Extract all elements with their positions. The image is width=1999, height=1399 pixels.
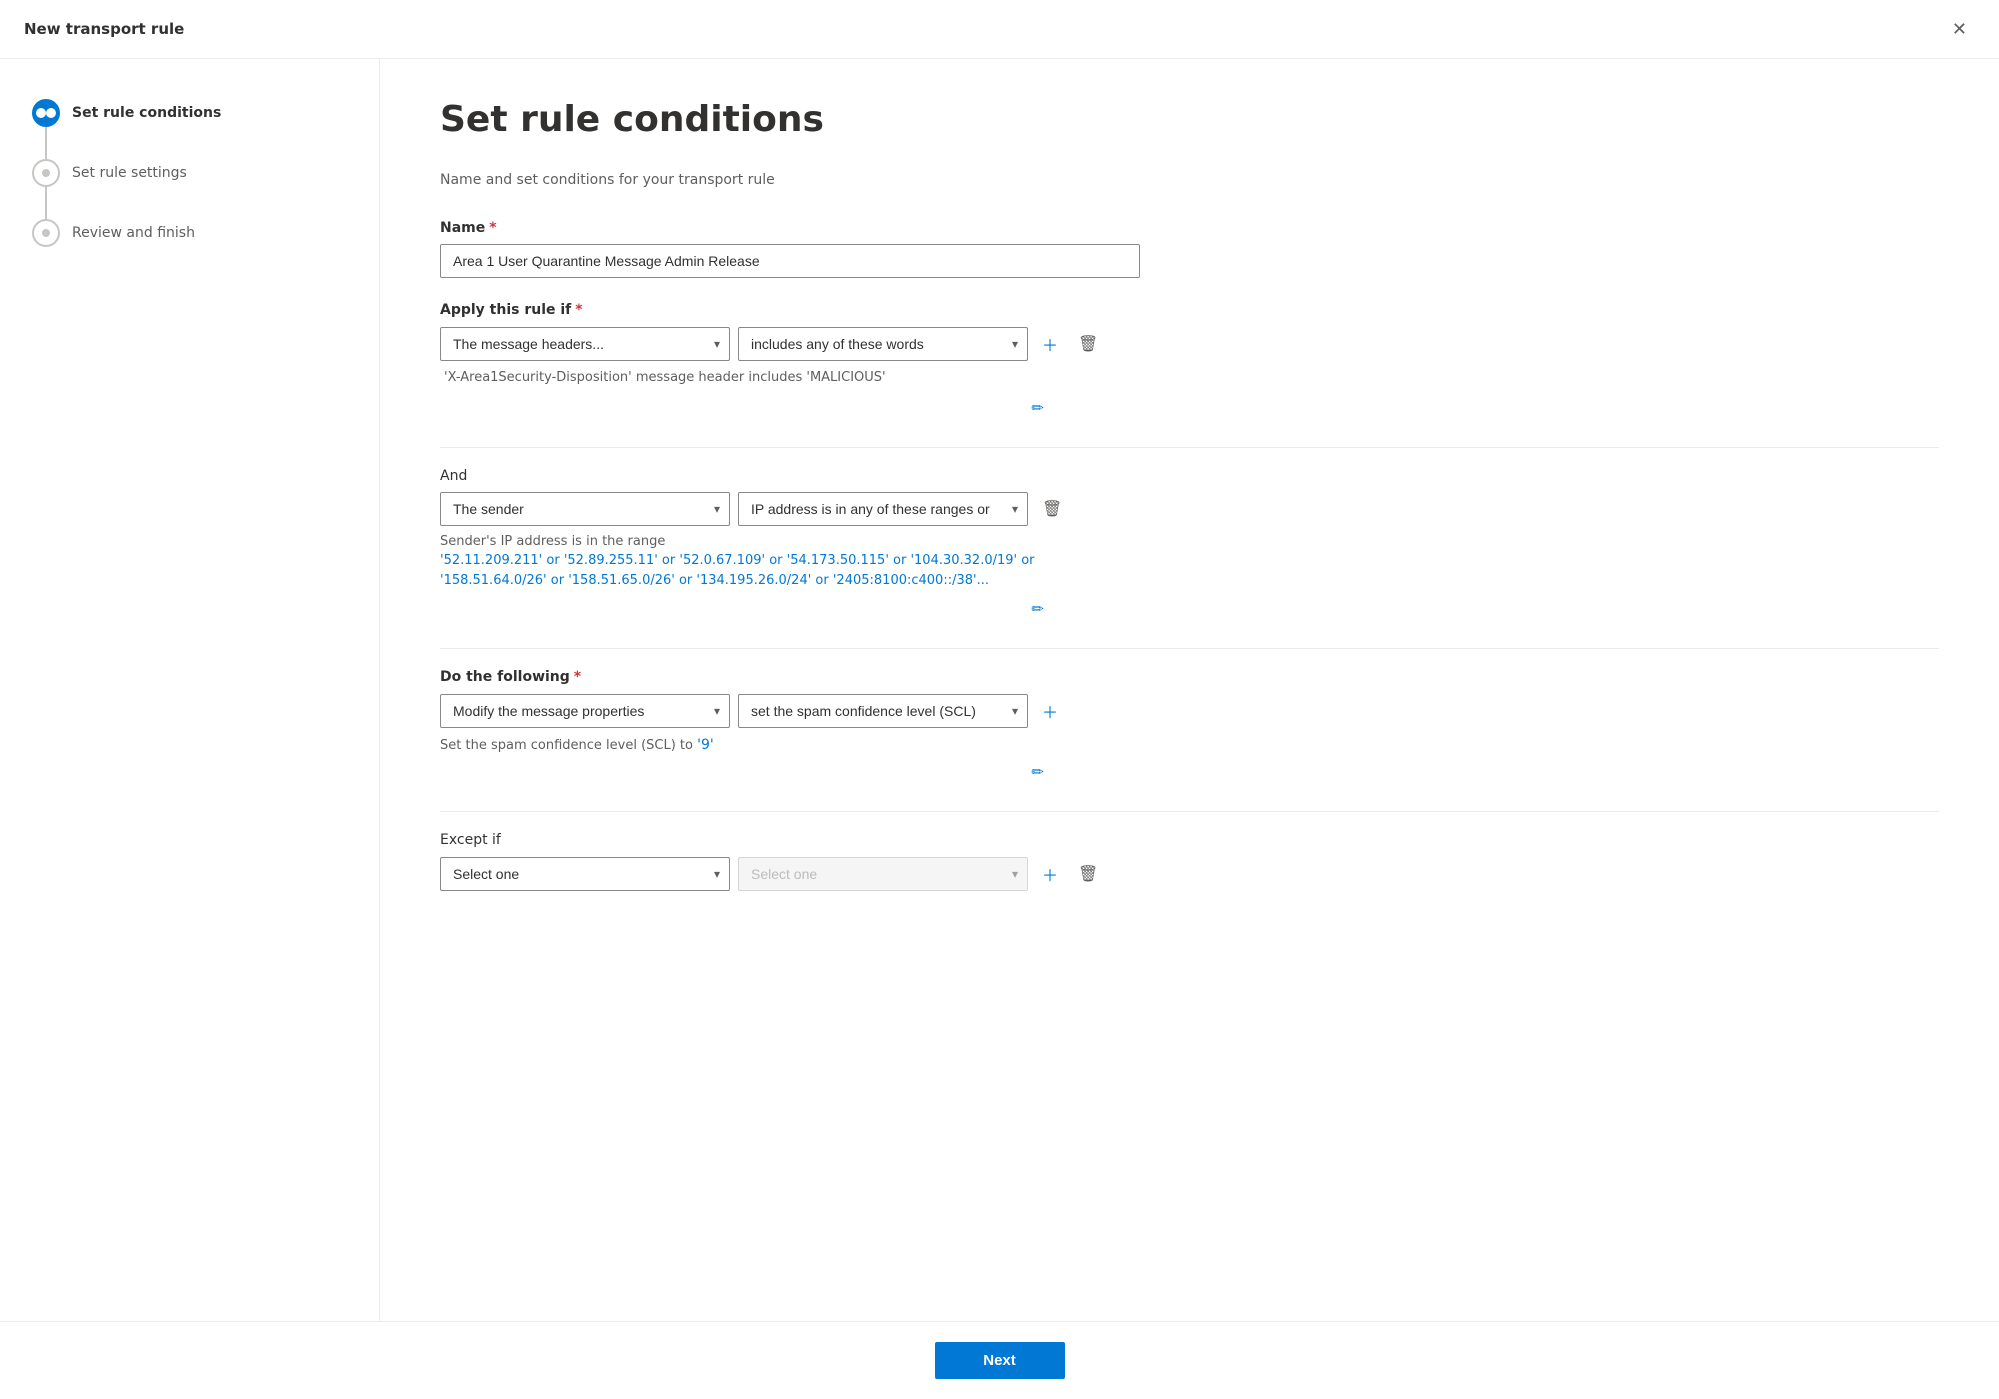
header-description-middle: message header includes [636,370,807,385]
header-value-link[interactable]: 'MALICIOUS' [806,370,885,385]
main-container: Set rule conditions Set rule settings Re… [0,59,1999,1321]
apply-rule-section: Apply this rule if * The message headers… [440,302,1939,423]
name-label: Name * [440,220,1939,236]
name-input[interactable] [440,244,1140,278]
step-circle-2 [32,159,60,187]
next-button[interactable]: Next [935,1342,1065,1379]
edit-condition-1-button[interactable]: ✏ [1025,393,1050,423]
step-connector-1 [45,127,47,159]
name-required-star: * [489,220,496,236]
except-condition-1-dropdown2-wrapper: Select one ▾ [738,857,1028,891]
window-title: New transport rule [24,20,184,38]
scl-text: Set the spam confidence level (SCL) to [440,738,697,753]
page-title: Set rule conditions [440,99,1939,140]
scl-value-link[interactable]: '9' [697,737,714,753]
apply-condition-1-description: 'X-Area1Security-Disposition' message he… [440,370,1939,385]
footer: Next [0,1321,1999,1399]
step-label-3: Review and finish [72,225,195,241]
do-following-required-star: * [574,669,581,685]
do-condition-1-dropdown2[interactable]: set the spam confidence level (SCL) [738,694,1028,728]
step-circle-1 [32,99,60,127]
except-if-section: Except if Select one ▾ Select one ▾ ＋ 🗑 [440,832,1939,892]
scl-description: Set the spam confidence level (SCL) to '… [440,737,1080,753]
ip-range-section: Sender's IP address is in the range '52.… [440,534,1080,590]
do-following-label: Do the following * [440,669,1939,685]
close-button[interactable]: ✕ [1944,16,1975,42]
step-label-1: Set rule conditions [72,105,221,121]
apply-condition-2-dropdown2[interactable]: IP address is in any of these ranges or … [738,492,1028,526]
apply-condition-2-row: The sender ▾ IP address is in any of the… [440,492,1939,526]
do-condition-1-dropdown1-wrapper: Modify the message properties ▾ [440,694,730,728]
add-except-condition-button[interactable]: ＋ [1036,856,1064,892]
ip-range-prefix: Sender's IP address is in the range [440,534,1080,549]
ip-range-values: '52.11.209.211' or '52.89.255.11' or '52… [440,551,1080,590]
sidebar-steps: Set rule conditions Set rule settings Re… [32,99,347,247]
sidebar-item-rule-settings[interactable]: Set rule settings [32,159,347,187]
header-name-link[interactable]: 'X-Area1Security-Disposition' [444,370,632,385]
delete-condition-1-button[interactable]: 🗑 [1072,328,1104,360]
divider-1 [440,447,1939,448]
step-circle-3 [32,219,60,247]
do-condition-1-dropdown2-wrapper: set the spam confidence level (SCL) ▾ [738,694,1028,728]
delete-except-condition-button[interactable]: 🗑 [1072,858,1104,890]
except-condition-1-dropdown1-wrapper: Select one ▾ [440,857,730,891]
divider-2 [440,648,1939,649]
edit-condition-2-button[interactable]: ✏ [1025,594,1050,624]
except-condition-1-dropdown2: Select one [738,857,1028,891]
apply-rule-required-star: * [575,302,582,318]
step-connector-2 [45,187,47,219]
step-circle-1-dot [36,108,46,118]
sidebar: Set rule conditions Set rule settings Re… [0,59,380,1321]
apply-condition-1-row: The message headers... ▾ includes any of… [440,326,1939,362]
apply-rule-label: Apply this rule if * [440,302,1939,318]
sidebar-item-rule-conditions[interactable]: Set rule conditions [32,99,347,127]
except-condition-1-row: Select one ▾ Select one ▾ ＋ 🗑 [440,856,1939,892]
edit-do-condition-button[interactable]: ✏ [1025,757,1050,787]
apply-condition-2-dropdown1[interactable]: The sender [440,492,730,526]
content-area: Set rule conditions Name and set conditi… [380,59,1999,1321]
add-condition-1-button[interactable]: ＋ [1036,326,1064,362]
apply-condition-2-dropdown1-wrapper: The sender ▾ [440,492,730,526]
apply-condition-1-dropdown1[interactable]: The message headers... [440,327,730,361]
do-condition-1-dropdown1[interactable]: Modify the message properties [440,694,730,728]
and-label: And [440,468,1939,484]
add-do-condition-button[interactable]: ＋ [1036,693,1064,729]
and-section: And The sender ▾ IP address is in any of… [440,468,1939,624]
apply-condition-1-dropdown2[interactable]: includes any of these words [738,327,1028,361]
apply-condition-1-dropdown1-wrapper: The message headers... ▾ [440,327,730,361]
name-section: Name * [440,220,1939,278]
step-label-2: Set rule settings [72,165,187,181]
apply-condition-1-dropdown2-wrapper: includes any of these words ▾ [738,327,1028,361]
do-following-section: Do the following * Modify the message pr… [440,669,1939,787]
do-condition-1-row: Modify the message properties ▾ set the … [440,693,1939,729]
apply-condition-2-dropdown2-wrapper: IP address is in any of these ranges or … [738,492,1028,526]
delete-condition-2-button[interactable]: 🗑 [1036,493,1068,525]
except-if-label: Except if [440,832,1939,848]
divider-3 [440,811,1939,812]
ip-range-link[interactable]: '52.11.209.211' or '52.89.255.11' or '52… [440,553,1035,588]
title-bar: New transport rule ✕ [0,0,1999,59]
page-subtitle: Name and set conditions for your transpo… [440,172,1939,188]
except-condition-1-dropdown1[interactable]: Select one [440,857,730,891]
sidebar-item-review-finish[interactable]: Review and finish [32,219,347,247]
